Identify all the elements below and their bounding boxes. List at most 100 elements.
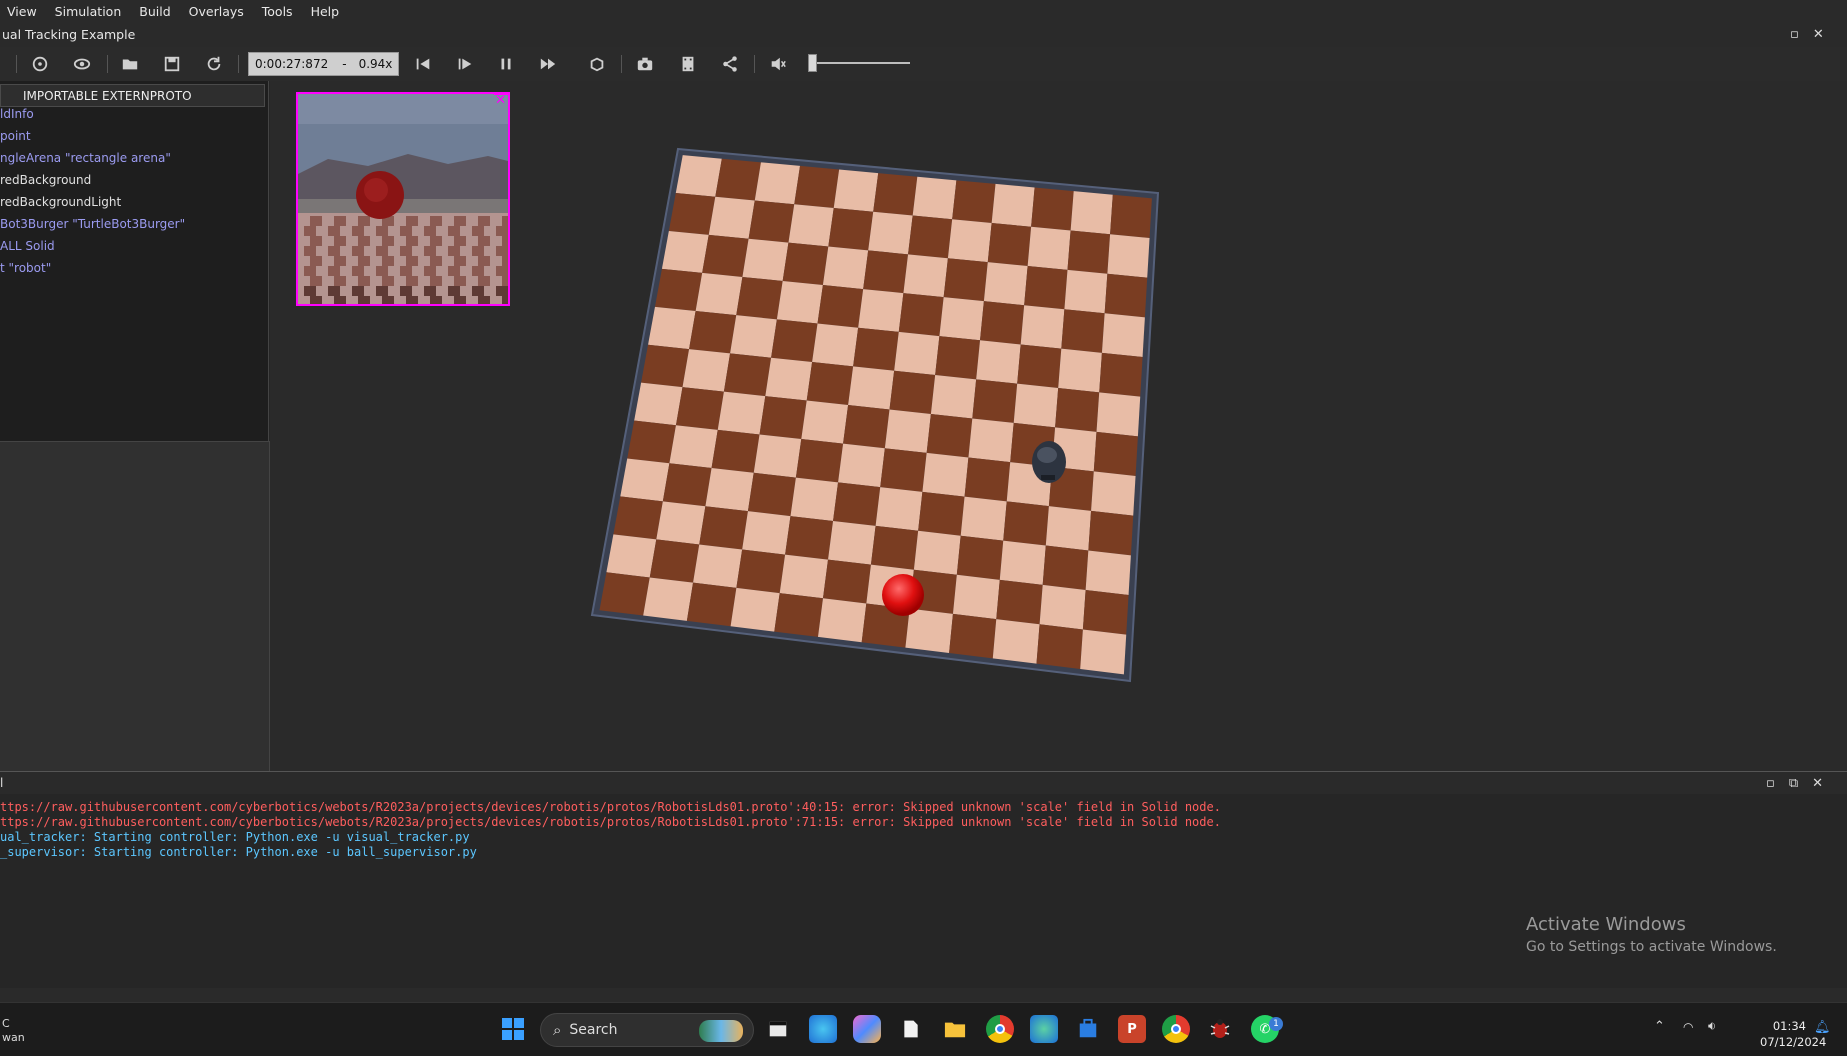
store-icon[interactable] [1074,1015,1102,1043]
floor-tile [868,211,913,255]
share-icon[interactable] [717,51,743,77]
reset-icon[interactable] [201,51,227,77]
tree-item-ball-solid[interactable]: ALL Solid [0,239,55,253]
floor-tile [654,268,703,311]
console-maximize-icon[interactable]: ▫ [1766,776,1775,791]
movie-icon[interactable] [675,51,701,77]
floor-tile [870,525,919,570]
floor-tile [1024,265,1068,310]
tree-item-viewpoint[interactable]: point [0,129,31,143]
camera-icon[interactable] [632,51,658,77]
tree-item-textured-background-light[interactable]: redBackgroundLight [0,195,121,209]
pause-icon[interactable] [493,51,519,77]
volume-icon[interactable]: 🔉︎ [1708,1019,1716,1034]
floor-tile [912,176,957,220]
camera-floor-tile [496,246,508,256]
camera-floor-tile [448,266,460,276]
floor-tile [1064,269,1108,314]
copilot-icon[interactable] [853,1015,881,1043]
webots-icon[interactable] [1206,1015,1234,1043]
menu-view[interactable]: View [0,4,48,19]
maximize-icon[interactable]: ▫ [1790,27,1799,42]
floor-tile [753,434,802,478]
floor-tile [747,472,796,517]
console-close-icon[interactable]: ✕ [1812,776,1823,791]
close-overlay-icon[interactable]: ✕ [495,94,506,108]
camera-overlay[interactable]: ✕ [296,92,510,306]
fast-forward-icon[interactable] [535,51,561,77]
floor-tile [717,391,766,435]
view-cube-icon[interactable] [584,51,610,77]
mute-icon[interactable] [765,51,791,77]
clock-time: 01:34 [1772,1019,1806,1033]
wifi-icon[interactable]: ◠ [1683,1020,1693,1034]
floor-tile [918,491,965,536]
camera-floor-tile [310,276,322,286]
task-view-icon[interactable] [764,1015,792,1043]
notification-bell-icon[interactable]: 🔔︎ [1814,1020,1831,1035]
powerpoint-icon[interactable]: P [1118,1015,1146,1043]
floor-tile [736,276,783,320]
camera-floor-tile [448,286,460,296]
camera-floor-tile [352,286,364,296]
camera-floor-tile [376,266,388,276]
floor-tile [828,520,876,565]
menu-build[interactable]: Build [132,4,181,19]
floor-tile [873,173,918,216]
show-hidden-icons-icon[interactable]: ⌃ [1654,1019,1665,1034]
tree-item-rectangle-arena[interactable]: ngleArena "rectangle arena" [0,151,171,165]
floor-tile [1091,471,1136,516]
taskbar-left-widget[interactable]: C wan [2,1017,25,1045]
edge-dev-icon[interactable] [1030,1015,1058,1043]
reload-world-icon[interactable] [27,51,53,77]
menu-overlays[interactable]: Overlays [182,4,255,19]
camera-floor-tile [352,266,364,276]
menu-simulation[interactable]: Simulation [48,4,133,19]
volume-slider-track[interactable] [812,62,910,64]
step-back-icon[interactable] [410,51,436,77]
scene-tree-header[interactable]: IMPORTABLE EXTERNPROTO [0,84,265,107]
taskbar-clock[interactable]: 01:34 07/12/2024 [1760,1018,1826,1050]
camera-floor-tile [382,236,394,246]
floor-tile [765,357,813,401]
console-output[interactable]: ttps://raw.githubusercontent.com/cyberbo… [0,794,1847,988]
menu-help[interactable]: Help [304,4,351,19]
windows-start-icon[interactable] [499,1015,527,1043]
edge-icon[interactable] [809,1015,837,1043]
file-explorer-icon[interactable] [941,1015,969,1043]
floor-tile [711,429,760,473]
step-icon[interactable] [452,51,478,77]
floor-tile [1061,309,1105,353]
chrome-profile-icon[interactable] [1162,1015,1190,1043]
camera-floor-tile [478,236,490,246]
status-bar [0,988,1847,1002]
3d-view[interactable]: ✕ [270,81,1847,771]
close-icon[interactable]: ✕ [1813,27,1824,42]
floor-tile [641,344,690,388]
chrome-icon[interactable] [986,1015,1014,1043]
notepad-icon[interactable] [897,1015,925,1043]
floor-tile [875,487,923,531]
open-folder-icon[interactable] [117,51,143,77]
tree-item-robot[interactable]: t "robot" [0,261,51,275]
volume-slider-thumb[interactable] [808,54,817,72]
floor-tile [1003,501,1049,546]
camera-floor-tile [454,296,466,304]
console-restore-icon[interactable]: ⧉ [1789,776,1798,791]
menu-tools[interactable]: Tools [255,4,304,19]
floor-tile [693,544,743,588]
save-icon[interactable] [159,51,185,77]
camera-floor-tile [424,226,436,236]
camera-floor-tile [502,216,508,226]
camera-floor-tile [472,246,484,256]
floor-tile [908,215,953,259]
floor-tile [785,516,834,560]
taskbar-search-input[interactable]: ⌕ Search [540,1013,754,1047]
tree-item-textured-background[interactable]: redBackground [0,173,91,187]
camera-floor-tile [406,216,418,226]
floor-tile [702,234,749,277]
eye-icon[interactable] [69,51,95,77]
floor-tile [817,598,867,643]
tree-item-world-info[interactable]: ldInfo [0,107,34,121]
tree-item-turtlebot[interactable]: Bot3Burger "TurtleBot3Burger" [0,217,185,231]
